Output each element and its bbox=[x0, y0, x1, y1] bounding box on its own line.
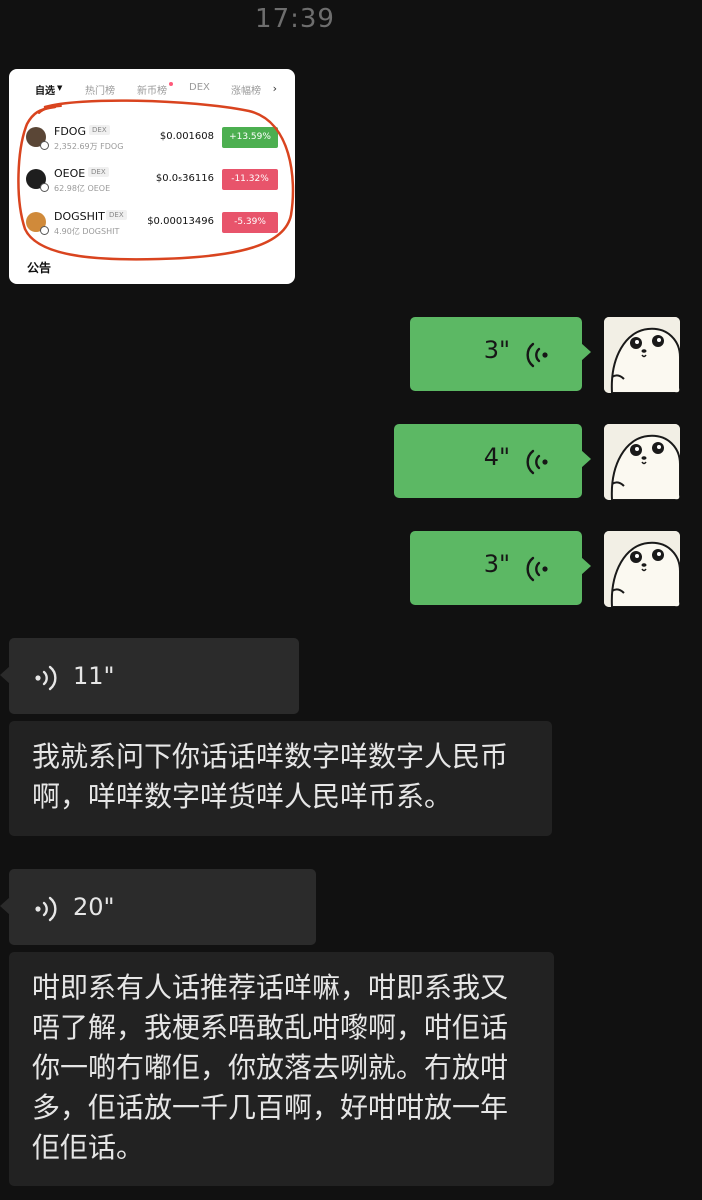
coin-name: OEOE bbox=[54, 167, 86, 180]
voice-duration: 20" bbox=[73, 893, 115, 921]
tab-gainers: 涨幅榜 bbox=[231, 86, 261, 97]
outgoing-voice-message[interactable]: 4" bbox=[394, 424, 591, 498]
coin-change: -11.32% bbox=[222, 169, 278, 190]
chevron-right-icon: › bbox=[272, 82, 277, 95]
voice-wave-icon bbox=[35, 665, 57, 691]
dex-tag: DEX bbox=[106, 210, 127, 220]
coin-logo-icon bbox=[26, 127, 49, 150]
tab-watchlist: 自选 bbox=[35, 86, 55, 97]
coin-holding: 62.98亿 OEOE bbox=[54, 184, 111, 193]
outgoing-voice-message[interactable]: 3" bbox=[410, 531, 591, 605]
new-dot bbox=[169, 82, 173, 86]
seal-avatar-icon bbox=[604, 424, 680, 500]
user-avatar[interactable] bbox=[604, 317, 680, 393]
shared-market-screenshot[interactable]: 自选 ▼ 热门榜 新币榜 DEX 涨幅榜 › FDOG DEX 2,352.69… bbox=[9, 69, 295, 284]
voice-duration: 3" bbox=[483, 336, 510, 364]
status-time: 17:39 bbox=[255, 4, 335, 34]
coin-name: FDOG bbox=[54, 125, 86, 138]
tab-dex: DEX bbox=[189, 82, 210, 93]
coin-logo-icon bbox=[26, 169, 49, 192]
tab-hot: 热门榜 bbox=[85, 86, 115, 97]
coin-row: OEOE DEX 62.98亿 OEOE $0.0₅36116 -11.32% bbox=[9, 163, 295, 203]
incoming-voice-message[interactable]: 20" bbox=[0, 869, 316, 945]
dex-tag: DEX bbox=[89, 125, 110, 135]
coin-price: $0.001608 bbox=[159, 131, 214, 142]
user-avatar[interactable] bbox=[604, 424, 680, 500]
dex-tag: DEX bbox=[88, 167, 109, 177]
coin-row: FDOG DEX 2,352.69万 FDOG $0.001608 +13.59… bbox=[9, 121, 295, 161]
user-avatar[interactable] bbox=[604, 531, 680, 607]
coin-holding: 4.90亿 DOGSHIT bbox=[54, 227, 120, 236]
voice-transcript: 咁即系有人话推荐话咩嘛，咁即系我又唔了解，我梗系唔敢乱咁嚟啊，咁佢话你一啲冇嘟佢… bbox=[9, 952, 554, 1186]
voice-wave-icon bbox=[35, 896, 57, 922]
coin-logo-icon bbox=[26, 212, 49, 235]
voice-duration: 3" bbox=[483, 550, 510, 578]
coin-holding: 2,352.69万 FDOG bbox=[54, 142, 124, 151]
coin-price: $0.0₅36116 bbox=[155, 173, 214, 184]
tab-new: 新币榜 bbox=[137, 86, 167, 97]
voice-wave-icon bbox=[526, 556, 548, 582]
voice-wave-icon bbox=[526, 342, 548, 368]
incoming-voice-message[interactable]: 11" bbox=[0, 638, 299, 714]
voice-duration: 4" bbox=[483, 443, 510, 471]
voice-wave-icon bbox=[526, 449, 548, 475]
coin-name: DOGSHIT bbox=[54, 210, 105, 223]
outgoing-voice-message[interactable]: 3" bbox=[410, 317, 591, 391]
coin-price: $0.00013496 bbox=[147, 216, 214, 227]
voice-duration: 11" bbox=[73, 662, 115, 690]
coin-change: +13.59% bbox=[222, 127, 278, 148]
coin-change: -5.39% bbox=[222, 212, 278, 233]
market-tabs: 自选 ▼ 热门榜 新币榜 DEX 涨幅榜 bbox=[9, 82, 295, 102]
coin-row: DOGSHIT DEX 4.90亿 DOGSHIT $0.00013496 -5… bbox=[9, 206, 295, 246]
voice-transcript: 我就系问下你话话咩数字咩数字人民币啊，咩咩数字咩货咩人民咩币系。 bbox=[9, 721, 552, 836]
seal-avatar-icon bbox=[604, 317, 680, 393]
seal-avatar-icon bbox=[604, 531, 680, 607]
caret-down-icon: ▼ bbox=[57, 84, 63, 92]
notice-label: 公告 bbox=[27, 261, 52, 275]
